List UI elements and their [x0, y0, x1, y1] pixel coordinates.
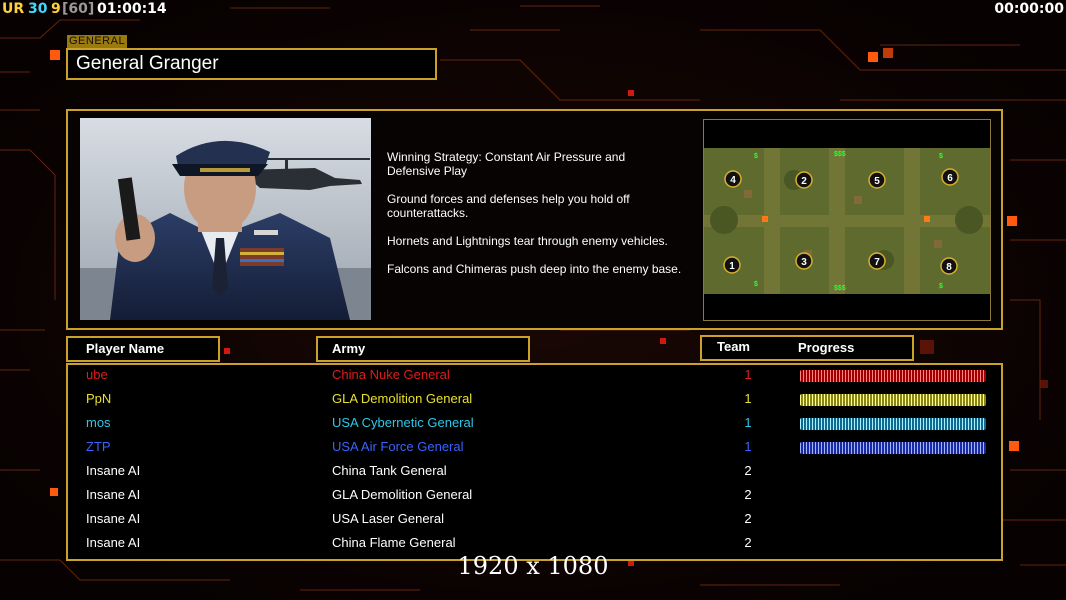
map-slot-label: 1 [729, 261, 735, 272]
player-army: USA Laser General [332, 511, 445, 526]
map-preview: $ $$$ $ $ $$$ $ 4 2 5 6 1 3 7 8 [703, 119, 991, 321]
strategy-line: Winning Strategy: Constant Air Pressure … [387, 150, 626, 178]
hud-game-time: 01:00:14 [97, 1, 167, 17]
winning-strategy-text: Winning Strategy: Constant Air Pressure … [387, 150, 699, 290]
header-player-name: Player Name [66, 336, 220, 362]
hud-fps: 30 [28, 1, 48, 17]
player-progress-bar [800, 394, 986, 406]
player-name: mos [86, 415, 111, 430]
player-progress-bar [800, 442, 986, 454]
map-slot-label: 4 [730, 175, 736, 186]
player-name: ube [86, 367, 108, 382]
map-slot-label: 6 [947, 173, 953, 184]
player-team: 1 [744, 367, 752, 382]
player-army: China Nuke General [332, 367, 450, 382]
general-name-box: General Granger [66, 48, 437, 80]
header-player-name-label: Player Name [86, 341, 165, 356]
player-name: Insane AI [86, 487, 141, 502]
general-tag: GENERAL [67, 35, 128, 48]
svg-text:$: $ [939, 153, 943, 160]
player-team: 2 [744, 487, 752, 502]
map-slot-label: 3 [801, 257, 807, 268]
svg-text:$$$: $$$ [834, 151, 846, 158]
hud-frame-count: 9 [51, 1, 61, 17]
map-slot-label: 7 [874, 257, 880, 268]
general-name: General Granger [76, 53, 219, 74]
player-name: Insane AI [86, 463, 141, 478]
player-team: 1 [744, 391, 752, 406]
map-slot-label: 5 [874, 176, 880, 187]
header-progress-label: Progress [798, 340, 855, 355]
header-team-label: Team [717, 339, 750, 354]
player-row: Insane AI GLA Demolition General 2 [68, 485, 1001, 509]
player-army: China Flame General [332, 535, 456, 550]
strategy-line: Ground forces and defenses help you hold… [387, 192, 630, 220]
hud-ur-label: UR [2, 1, 25, 17]
map-slot-label: 8 [946, 262, 952, 273]
svg-text:$$$: $$$ [834, 285, 846, 292]
player-team: 2 [744, 535, 752, 550]
hud-bar: UR 30 9 [60] 01:00:14 00:00:00 [0, 0, 1066, 18]
player-row: mos USA Cybernetic General 1 [68, 413, 1001, 437]
player-row: PpN GLA Demolition General 1 [68, 389, 1001, 413]
player-name: PpN [86, 391, 112, 406]
player-army: China Tank General [332, 463, 447, 478]
player-team: 1 [744, 439, 752, 454]
player-army: USA Cybernetic General [332, 415, 474, 430]
player-name: ZTP [86, 439, 111, 454]
header-team-progress: Team Progress [700, 335, 914, 361]
player-row: Insane AI China Tank General 2 [68, 461, 1001, 485]
svg-text:$: $ [754, 281, 758, 288]
hud-countdown: 00:00:00 [994, 1, 1064, 17]
header-army: Army [316, 336, 530, 362]
player-name: Insane AI [86, 511, 141, 526]
player-army: USA Air Force General [332, 439, 464, 454]
player-progress-bar [800, 418, 986, 430]
player-team: 1 [744, 415, 752, 430]
strategy-line: Falcons and Chimeras push deep into the … [387, 262, 682, 276]
player-army: GLA Demolition General [332, 391, 473, 406]
player-name: Insane AI [86, 535, 141, 550]
player-team: 2 [744, 463, 752, 478]
player-row: ZTP USA Air Force General 1 [68, 437, 1001, 461]
resolution-caption: 1920 x 1080 [457, 552, 609, 580]
svg-text:$: $ [939, 283, 943, 290]
map-slot-label: 2 [801, 176, 807, 187]
player-progress-bar [800, 370, 986, 382]
player-row: Insane AI USA Laser General 2 [68, 509, 1001, 533]
header-army-label: Army [332, 341, 366, 356]
general-portrait [80, 118, 371, 320]
map-preview-image: $ $$$ $ $$$$ $ 4 2 5 6 1 3 7 8 [704, 120, 990, 320]
player-army: GLA Demolition General [332, 487, 473, 502]
hud-frame-max: [60] [62, 1, 95, 17]
player-roster: ube China Nuke General 1 PpN GLA Demolition … [66, 363, 1003, 561]
player-team: 2 [744, 511, 752, 526]
strategy-line: Hornets and Lightnings tear through enem… [387, 234, 668, 248]
svg-text:$: $ [754, 153, 758, 160]
player-row: ube China Nuke General 1 [68, 365, 1001, 389]
